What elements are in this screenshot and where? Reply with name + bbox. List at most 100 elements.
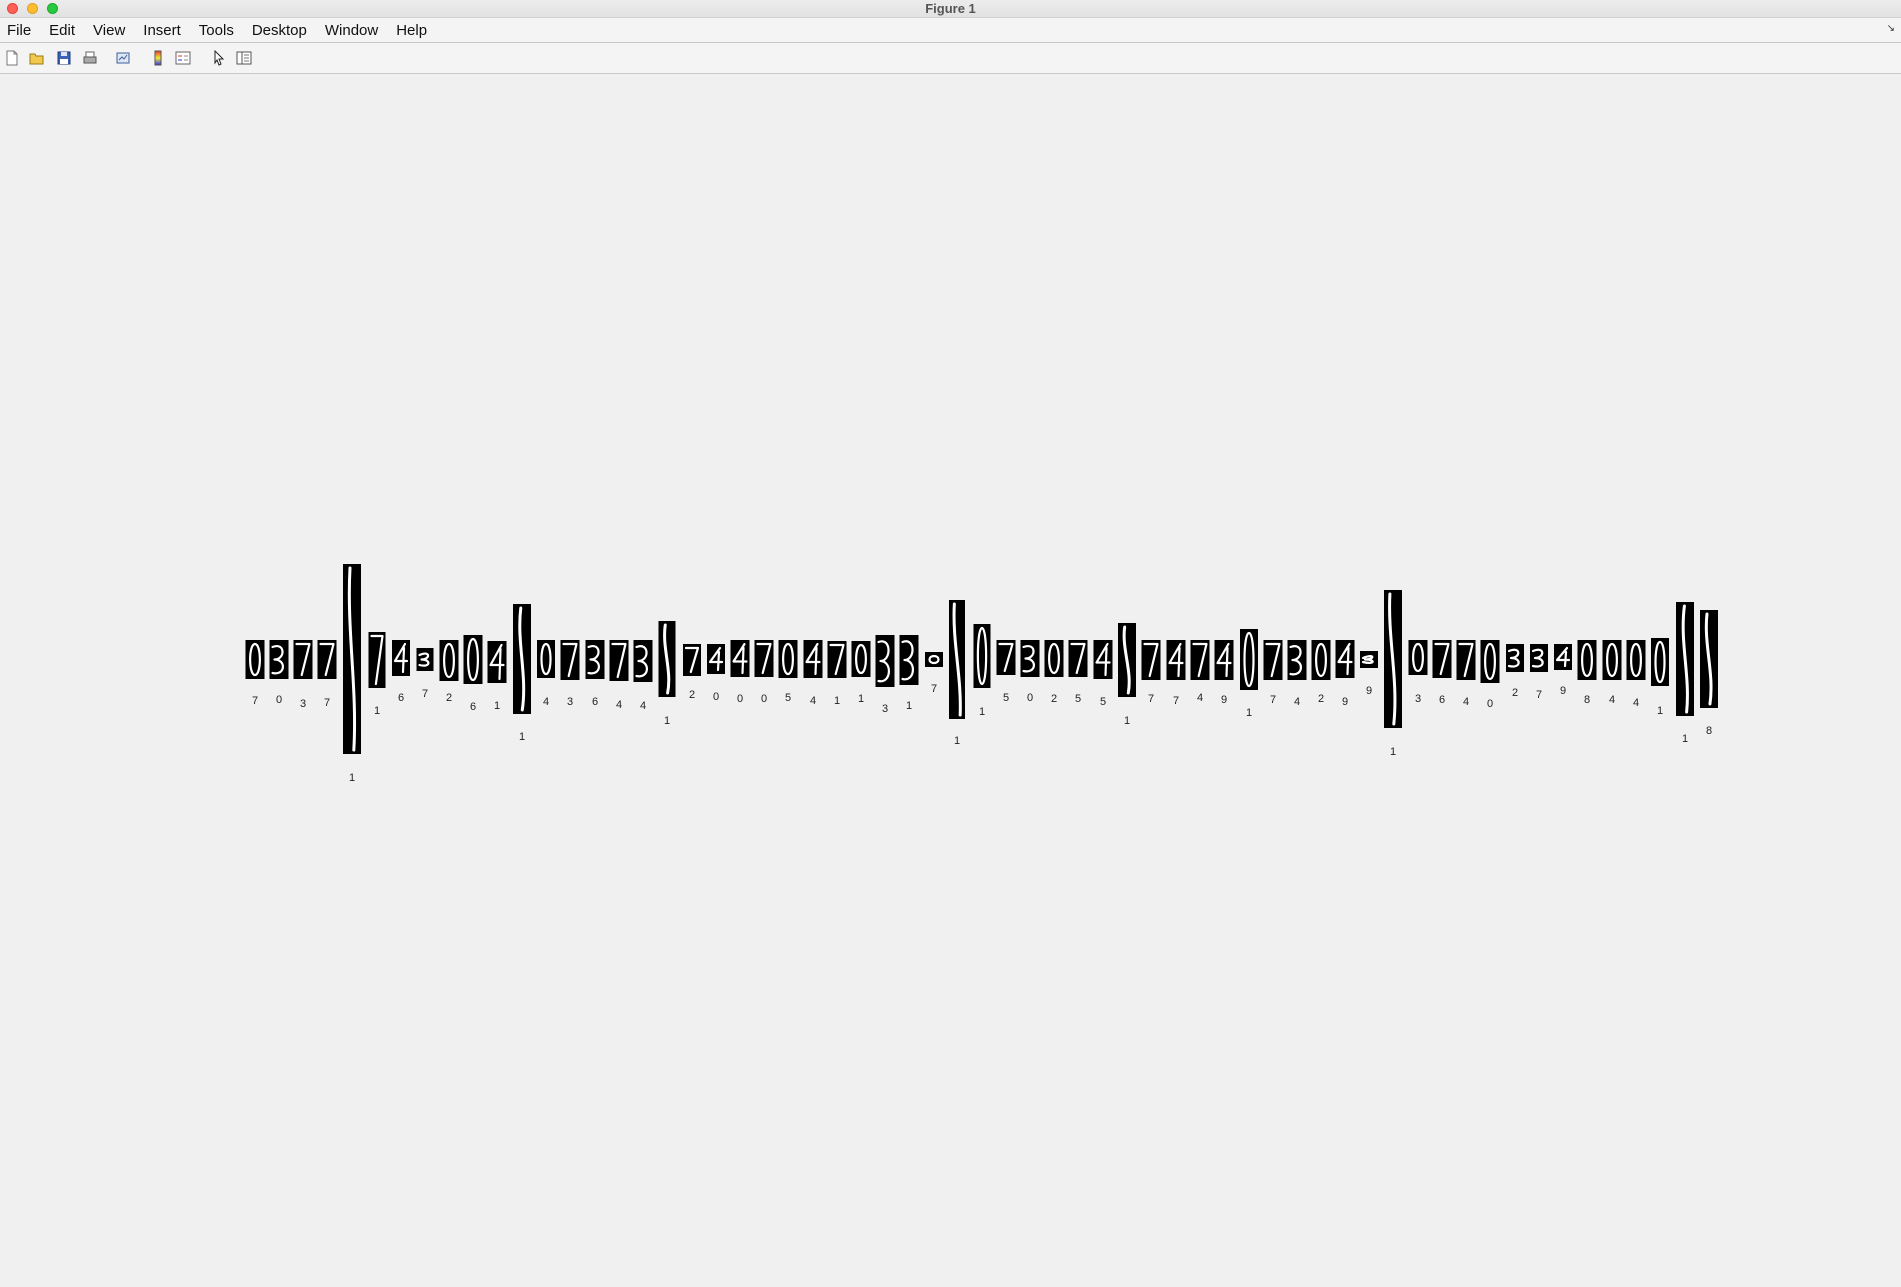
- digit-label: 7: [422, 688, 428, 700]
- digit-label: 1: [906, 700, 912, 712]
- digit-label: 1: [664, 715, 670, 727]
- digit-tile: 0: [730, 640, 750, 705]
- digit-label: 1: [1682, 733, 1688, 745]
- colorbar-icon[interactable]: [150, 50, 166, 66]
- digit-tile: 1: [513, 604, 531, 743]
- digit-label: 0: [1027, 692, 1033, 704]
- digit-label: 1: [1390, 746, 1396, 758]
- digit-label: 2: [689, 689, 695, 701]
- digit-label: 9: [1560, 685, 1566, 697]
- digit-label: 1: [979, 706, 985, 718]
- digit-label: 7: [1173, 695, 1179, 707]
- digit-tile-background: [1093, 640, 1113, 679]
- save-icon[interactable]: [56, 50, 72, 66]
- digit-label: 1: [1124, 715, 1130, 727]
- digit-tile-background: [1408, 640, 1428, 675]
- figure-canvas[interactable]: 7037116726114364412000541131711502551774…: [0, 74, 1901, 1287]
- digit-tile: 4: [803, 640, 823, 707]
- digit-label: 7: [1148, 693, 1154, 705]
- digit-tile-background: [1166, 640, 1186, 680]
- digit-tile: 1: [1676, 602, 1694, 745]
- digit-label: 1: [834, 695, 840, 707]
- menu-insert[interactable]: Insert: [134, 22, 190, 39]
- legend-icon[interactable]: [175, 50, 191, 66]
- digit-tile: 7: [1166, 640, 1186, 707]
- menu-desktop[interactable]: Desktop: [243, 22, 316, 39]
- digit-tile: 4: [1626, 640, 1646, 709]
- digit-tile: 6: [1432, 640, 1452, 706]
- pointer-icon[interactable]: [211, 50, 227, 66]
- digit-label: 1: [1657, 705, 1663, 717]
- digit-tile: 9: [1335, 640, 1355, 708]
- digit-label: 9: [1366, 685, 1372, 697]
- digit-label: 1: [374, 705, 380, 717]
- digit-tile: 0: [1480, 640, 1500, 710]
- digit-label: 4: [543, 696, 549, 708]
- menu-edit[interactable]: Edit: [40, 22, 84, 39]
- digit-tile: 1: [343, 564, 361, 784]
- digit-tile: 7: [245, 640, 265, 707]
- digit-label: 1: [349, 772, 355, 784]
- digit-label: 8: [1584, 694, 1590, 706]
- digit-tile: 0: [754, 640, 774, 705]
- digit-tile: 4: [537, 640, 555, 708]
- digit-tile: 4: [1456, 640, 1476, 708]
- digit-label: 0: [713, 691, 719, 703]
- digit-tile-background: [487, 641, 507, 683]
- link-plot-icon[interactable]: [115, 50, 131, 66]
- digit-label: 3: [882, 703, 888, 715]
- digit-label: 2: [446, 692, 452, 704]
- digit-tile: 7: [317, 640, 337, 709]
- menu-window[interactable]: Window: [316, 22, 387, 39]
- digit-tile: 4: [633, 640, 653, 712]
- digit-tile-background: [1311, 640, 1331, 680]
- digit-tile: 2: [1044, 640, 1064, 705]
- digit-tile-background: [1651, 638, 1669, 686]
- digit-tile: 3: [293, 640, 313, 710]
- digit-tile-background: [1480, 640, 1500, 683]
- digit-tile: 1: [368, 632, 386, 717]
- digit-label: 7: [1536, 689, 1542, 701]
- digit-tile-background: [1602, 640, 1622, 680]
- digit-tile: 8: [1577, 640, 1597, 706]
- digit-tile: 1: [851, 641, 871, 705]
- digit-label: 9: [1342, 696, 1348, 708]
- digit-tile: 5: [996, 640, 1016, 704]
- digit-tile: 4: [1190, 640, 1210, 704]
- digit-label: 4: [810, 695, 816, 707]
- figure-toolbar: [0, 43, 1901, 74]
- digit-tile: 3: [1408, 640, 1428, 705]
- menu-view[interactable]: View: [84, 22, 134, 39]
- new-figure-icon[interactable]: [4, 50, 20, 66]
- digit-tile: 5: [1068, 640, 1088, 705]
- digit-tile: 4: [1287, 640, 1307, 708]
- digit-tile: 7: [925, 652, 943, 695]
- digit-tile: 4: [1602, 640, 1622, 706]
- menu-file[interactable]: File: [0, 22, 40, 39]
- property-inspector-icon[interactable]: [236, 50, 252, 66]
- digit-label: 5: [1003, 692, 1009, 704]
- print-icon[interactable]: [82, 50, 98, 66]
- digit-tile: 7: [1530, 644, 1548, 701]
- digit-tile: 0: [269, 640, 289, 706]
- digit-label: 4: [1294, 696, 1300, 708]
- digit-tile: 2: [439, 640, 459, 704]
- digit-tile: 9: [1360, 651, 1378, 697]
- digit-tile: 6: [392, 640, 410, 704]
- digit-tile-background: [730, 640, 750, 677]
- menu-tools[interactable]: Tools: [190, 22, 243, 39]
- digit-tile-background: [803, 640, 823, 678]
- title-bar: Figure 1: [0, 0, 1901, 18]
- digit-label: 4: [1197, 692, 1203, 704]
- digit-label: 1: [494, 700, 500, 712]
- dock-arrow-icon[interactable]: ↘: [1887, 23, 1895, 34]
- digit-tile: 9: [1554, 644, 1572, 697]
- digit-tile: 7: [1263, 640, 1283, 706]
- digit-tile-background: [707, 644, 725, 674]
- open-file-icon[interactable]: [29, 50, 45, 66]
- digit-tile-background: [537, 640, 555, 678]
- digit-tile: 5: [778, 640, 798, 704]
- menu-help[interactable]: Help: [387, 22, 436, 39]
- digit-label: 6: [398, 692, 404, 704]
- digit-tile-background: [1554, 644, 1572, 670]
